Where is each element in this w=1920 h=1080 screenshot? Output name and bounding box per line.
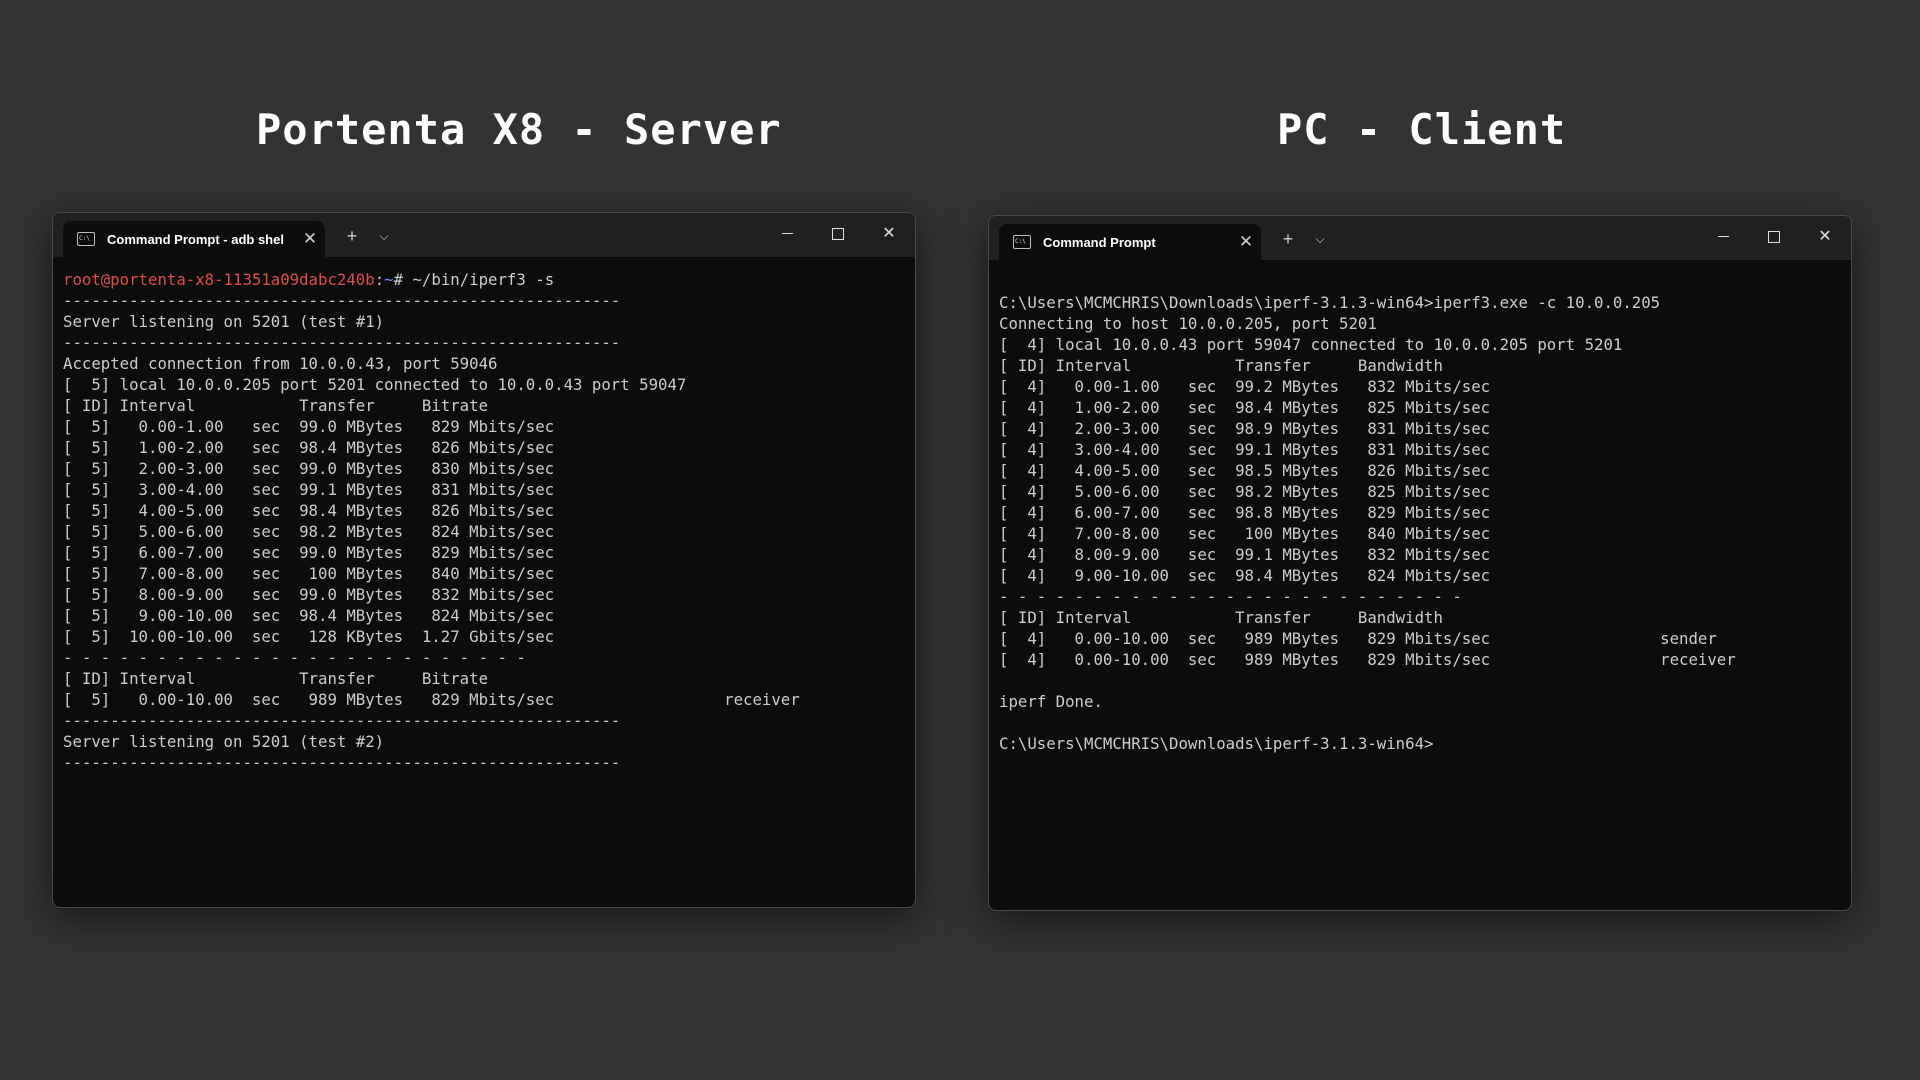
console-line: [ ID] Interval Transfer Bitrate: [63, 669, 489, 688]
prompt-path: ~: [384, 270, 394, 289]
console-line: C:\Users\MCMCHRIS\Downloads\iperf-3.1.3-…: [999, 734, 1434, 753]
console-line: Server listening on 5201 (test #1): [63, 312, 385, 331]
minimize-button[interactable]: [1703, 224, 1743, 250]
title-bar[interactable]: C:\ Command Prompt ✕ + ⌵ ✕: [989, 216, 1851, 260]
close-icon: ✕: [882, 225, 896, 242]
console-line: [ 5] 2.00-3.00 sec 99.0 MBytes 830 Mbits…: [63, 459, 555, 478]
console-line: [ 5] 7.00-8.00 sec 100 MBytes 840 Mbits/…: [63, 564, 555, 583]
console-line: [ 4] 6.00-7.00 sec 98.8 MBytes 829 Mbits…: [999, 503, 1491, 522]
client-heading: PC - Client: [1277, 105, 1567, 154]
close-icon: ✕: [1818, 228, 1832, 245]
console-line: [ ID] Interval Transfer Bandwidth: [999, 356, 1443, 375]
console-line: [ ID] Interval Transfer Bandwidth: [999, 608, 1443, 627]
console-line: [ 5] 10.00-10.00 sec 128 KBytes 1.27 Gbi…: [63, 627, 555, 646]
server-console-output[interactable]: root@portenta-x8-11351a09dabc240b:~# ~/b…: [63, 269, 907, 899]
console-line: ----------------------------------------…: [63, 753, 621, 772]
client-terminal-window: C:\ Command Prompt ✕ + ⌵ ✕ C:\Users\MCMC…: [988, 215, 1852, 911]
console-line: [ 5] 0.00-1.00 sec 99.0 MBytes 829 Mbits…: [63, 417, 555, 436]
console-line: [ 4] 0.00-10.00 sec 989 MBytes 829 Mbits…: [999, 629, 1717, 648]
console-line: - - - - - - - - - - - - - - - - - - - - …: [63, 648, 526, 667]
console-line: ----------------------------------------…: [63, 333, 621, 352]
close-icon[interactable]: ✕: [1231, 232, 1261, 252]
console-line: [ 4] 7.00-8.00 sec 100 MBytes 840 Mbits/…: [999, 524, 1491, 543]
minimize-icon: [1717, 236, 1729, 238]
maximize-icon: [832, 227, 844, 240]
console-line: [ 4] 8.00-9.00 sec 99.1 MBytes 832 Mbits…: [999, 545, 1491, 564]
console-line: [ 5] 4.00-5.00 sec 98.4 MBytes 826 Mbits…: [63, 501, 555, 520]
command-prompt-icon: C:\: [1013, 235, 1031, 249]
tab-title: Command Prompt - adb shel: [107, 231, 284, 247]
minimize-icon: [781, 233, 793, 235]
prompt-user-host: root@portenta-x8-11351a09dabc240b: [63, 270, 375, 289]
console-line: [ 4] 3.00-4.00 sec 99.1 MBytes 831 Mbits…: [999, 440, 1491, 459]
console-line: Accepted connection from 10.0.0.43, port…: [63, 354, 498, 373]
console-line: [ 5] 8.00-9.00 sec 99.0 MBytes 832 Mbits…: [63, 585, 555, 604]
console-line: [ 5] 1.00-2.00 sec 98.4 MBytes 826 Mbits…: [63, 438, 555, 457]
console-line: [ 5] local 10.0.0.205 port 5201 connecte…: [63, 375, 687, 394]
console-line: [ 5] 6.00-7.00 sec 99.0 MBytes 829 Mbits…: [63, 543, 555, 562]
console-line: [ ID] Interval Transfer Bitrate: [63, 396, 489, 415]
console-line: ----------------------------------------…: [63, 711, 621, 730]
prompt-line: root@portenta-x8-11351a09dabc240b:~# ~/b…: [63, 269, 907, 290]
console-line: [ 4] 4.00-5.00 sec 98.5 MBytes 826 Mbits…: [999, 461, 1491, 480]
close-icon[interactable]: ✕: [295, 229, 325, 249]
console-line: [ 4] 0.00-10.00 sec 989 MBytes 829 Mbits…: [999, 650, 1736, 669]
console-line: [ 4] local 10.0.0.43 port 59047 connecte…: [999, 335, 1623, 354]
console-line: [ 5] 5.00-6.00 sec 98.2 MBytes 824 Mbits…: [63, 522, 555, 541]
server-heading: Portenta X8 - Server: [256, 105, 782, 154]
maximize-icon: [1768, 230, 1780, 243]
client-console-output[interactable]: C:\Users\MCMCHRIS\Downloads\iperf-3.1.3-…: [999, 292, 1843, 902]
console-line: Connecting to host 10.0.0.205, port 5201: [999, 314, 1377, 333]
console-line: [ 4] 9.00-10.00 sec 98.4 MBytes 824 Mbit…: [999, 566, 1491, 585]
console-line: [ 4] 2.00-3.00 sec 98.9 MBytes 831 Mbits…: [999, 419, 1491, 438]
console-line: [ 4] 1.00-2.00 sec 98.4 MBytes 825 Mbits…: [999, 398, 1491, 417]
plus-icon[interactable]: +: [1275, 226, 1301, 252]
console-line: [ 5] 9.00-10.00 sec 98.4 MBytes 824 Mbit…: [63, 606, 555, 625]
title-bar[interactable]: C:\ Command Prompt - adb shel ✕ + ⌵ ✕: [53, 213, 915, 257]
console-line: ----------------------------------------…: [63, 291, 621, 310]
tab-title: Command Prompt: [1043, 234, 1156, 250]
console-line: [ 4] 5.00-6.00 sec 98.2 MBytes 825 Mbits…: [999, 482, 1491, 501]
minimize-button[interactable]: [767, 221, 807, 247]
prompt-command: # ~/bin/iperf3 -s: [393, 270, 555, 289]
console-line: C:\Users\MCMCHRIS\Downloads\iperf-3.1.3-…: [999, 293, 1661, 312]
maximize-button[interactable]: [818, 221, 858, 247]
tab-command-prompt-adb[interactable]: C:\ Command Prompt - adb shel ✕: [63, 221, 325, 257]
chevron-down-icon[interactable]: ⌵: [371, 223, 397, 249]
server-terminal-window: C:\ Command Prompt - adb shel ✕ + ⌵ ✕ ro…: [52, 212, 916, 908]
console-line: [ 5] 0.00-10.00 sec 989 MBytes 829 Mbits…: [63, 690, 800, 709]
close-window-button[interactable]: ✕: [869, 221, 909, 247]
tab-command-prompt[interactable]: C:\ Command Prompt ✕: [999, 224, 1261, 260]
prompt-separator: :: [374, 270, 385, 289]
console-line: [ 4] 0.00-1.00 sec 99.2 MBytes 832 Mbits…: [999, 377, 1491, 396]
console-line: Server listening on 5201 (test #2): [63, 732, 385, 751]
console-line: iperf Done.: [999, 692, 1103, 711]
command-prompt-icon: C:\: [77, 232, 95, 246]
chevron-down-icon[interactable]: ⌵: [1307, 226, 1333, 252]
maximize-button[interactable]: [1754, 224, 1794, 250]
console-line: - - - - - - - - - - - - - - - - - - - - …: [999, 587, 1462, 606]
close-window-button[interactable]: ✕: [1805, 224, 1845, 250]
plus-icon[interactable]: +: [339, 223, 365, 249]
console-line: [ 5] 3.00-4.00 sec 99.1 MBytes 831 Mbits…: [63, 480, 555, 499]
